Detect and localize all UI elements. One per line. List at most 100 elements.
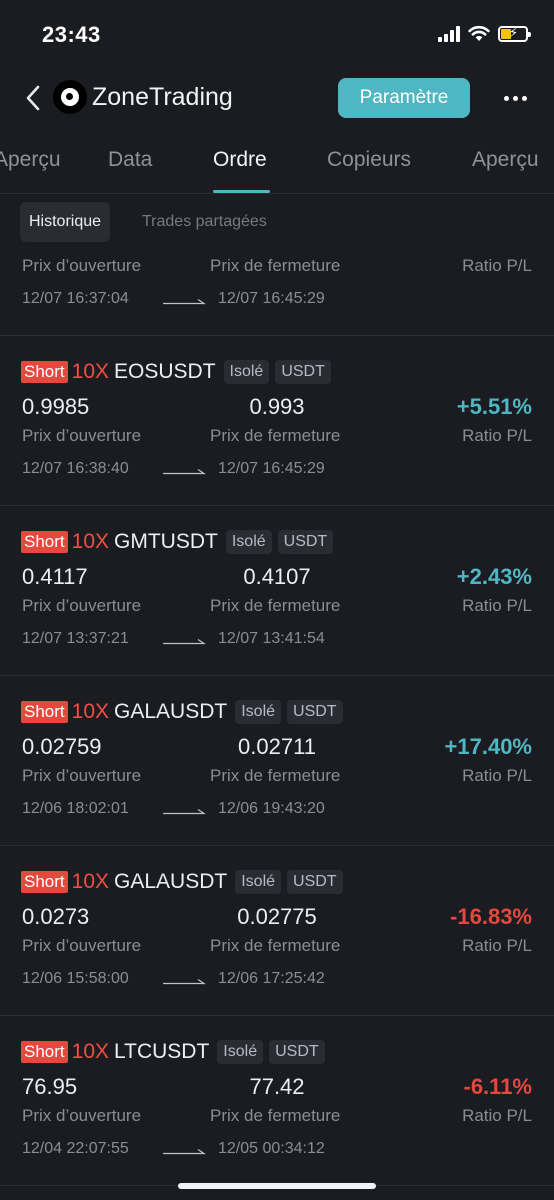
side-badge: Short [21, 1041, 68, 1063]
ratio-label: Ratio P/L [462, 936, 532, 955]
side-badge: Short [21, 361, 68, 383]
dot [512, 95, 518, 101]
quote-currency-chip: USDT [275, 360, 331, 384]
symbol: GALAUSDT [114, 870, 228, 893]
margin-mode-chip: Isolé [223, 360, 270, 384]
close-price: 0.02775 [237, 904, 317, 929]
arrow-right-icon [163, 299, 206, 305]
open-time: 12/07 16:37:04 [22, 290, 129, 307]
pl-ratio: +5.51% [456, 394, 532, 419]
open-price: 0.0273 [22, 904, 90, 929]
arrow-right-icon [163, 809, 206, 815]
dot [503, 95, 509, 101]
close-price-label: Prix de fermeture [210, 766, 341, 785]
close-time: 12/06 19:43:20 [218, 800, 325, 817]
open-price: 0.4117 [22, 564, 88, 589]
close-price: 77.42 [249, 1074, 305, 1099]
trade-card-partial[interactable]: Prix d’ouverture Prix de fermeture Ratio… [0, 246, 554, 336]
open-price-label: Prix d’ouverture [22, 1106, 142, 1125]
close-price-label: Prix de fermeture [210, 1106, 341, 1125]
main-tabs: Aperçu Data Ordre Copieurs Aperçu [0, 140, 554, 194]
trade-card-header: Short 10X GALAUSDT Isolé USDT [21, 700, 343, 724]
quote-currency-chip: USDT [287, 700, 343, 724]
symbol: GALAUSDT [114, 700, 228, 723]
subtab-trades-partagees[interactable]: Trades partagées [133, 202, 276, 242]
quote-currency-chip: USDT [287, 870, 343, 894]
pl-ratio: +2.43% [456, 564, 532, 589]
trade-card[interactable]: Short 10X GALAUSDT Isolé USDT 0.02759 0.… [0, 676, 554, 846]
close-time: 12/06 17:25:42 [218, 970, 325, 987]
avatar[interactable] [53, 80, 87, 114]
close-price-label: Prix de fermeture [210, 936, 341, 955]
margin-mode-chip: Isolé [217, 1040, 264, 1064]
trade-history-list: Prix d’ouverture Prix de fermeture Ratio… [0, 246, 554, 1200]
leverage: 10X [71, 700, 110, 723]
more-options-button[interactable] [500, 84, 530, 112]
trade-card[interactable]: Short 10X LTCUSDT Isolé USDT 76.95 77.42… [0, 1016, 554, 1186]
quote-currency-chip: USDT [277, 530, 334, 554]
close-price-label: Prix de fermeture [210, 596, 341, 615]
subtab-historique[interactable]: Historique [20, 202, 111, 242]
tab-ordre[interactable]: Ordre [213, 148, 267, 172]
arrow-right-icon [163, 469, 206, 475]
symbol: LTCUSDT [114, 1040, 210, 1063]
open-time: 12/07 13:37:21 [22, 630, 129, 647]
trade-card-header: Short 10X GALAUSDT Isolé USDT [21, 870, 343, 894]
trade-card[interactable]: Short 10X EOSUSDT Isolé USDT 0.9985 0.99… [0, 336, 554, 506]
ratio-label: Ratio P/L [462, 596, 532, 615]
tab-data[interactable]: Data [108, 148, 152, 172]
open-price-label: Prix d’ouverture [22, 766, 142, 785]
symbol: GMTUSDT [114, 530, 218, 553]
close-price: 0.4107 [243, 564, 311, 589]
status-icons: ⚡ [438, 25, 531, 42]
ratio-label: Ratio P/L [462, 766, 532, 785]
active-tab-indicator [213, 190, 270, 193]
margin-mode-chip: Isolé [235, 700, 282, 724]
close-time: 12/07 16:45:29 [218, 460, 325, 477]
battery-icon: ⚡ [498, 25, 531, 42]
parameter-button[interactable]: Paramètre [338, 78, 470, 118]
back-button[interactable] [20, 80, 50, 116]
trade-card-header: Short 10X LTCUSDT Isolé USDT [21, 1040, 325, 1064]
pl-ratio: -6.11% [463, 1074, 533, 1099]
margin-mode-chip: Isolé [225, 530, 272, 554]
trade-card-header: Short 10X GMTUSDT Isolé USDT [21, 530, 334, 554]
close-price-label: Prix de fermeture [210, 256, 341, 275]
close-price: 0.993 [249, 394, 305, 419]
status-bar: 23:43 ⚡ [0, 0, 554, 70]
cellular-signal-icon [438, 25, 460, 42]
close-price-label: Prix de fermeture [210, 426, 341, 445]
chevron-left-icon [26, 85, 40, 111]
open-price: 0.9985 [22, 394, 90, 419]
tab-apercu-left[interactable]: Aperçu [0, 148, 61, 172]
open-price-label: Prix d’ouverture [22, 596, 142, 615]
side-badge: Short [21, 871, 68, 893]
pl-ratio: +17.40% [444, 734, 532, 759]
trade-card[interactable]: Short 10X GALAUSDT Isolé USDT 0.0273 0.0… [0, 846, 554, 1016]
side-badge: Short [21, 701, 68, 723]
tab-apercu-right[interactable]: Aperçu [472, 148, 539, 172]
open-time: 12/06 15:58:00 [22, 970, 129, 987]
close-time: 12/07 13:41:54 [218, 630, 325, 647]
arrow-right-icon [163, 639, 206, 645]
open-time: 12/06 18:02:01 [22, 800, 129, 817]
pl-ratio: -16.83% [450, 904, 532, 929]
trade-card[interactable]: Short 10X GMTUSDT Isolé USDT 0.4117 0.41… [0, 506, 554, 676]
open-price-label: Prix d’ouverture [22, 936, 142, 955]
open-time: 12/07 16:38:40 [22, 460, 129, 477]
symbol: EOSUSDT [114, 360, 216, 383]
open-price: 76.95 [22, 1074, 78, 1099]
close-time: 12/07 16:45:29 [218, 290, 325, 307]
close-time: 12/05 00:34:12 [218, 1140, 325, 1157]
sub-tabs: Historique Trades partagées [0, 202, 554, 244]
side-badge: Short [21, 531, 68, 553]
open-time: 12/04 22:07:55 [22, 1140, 129, 1157]
home-indicator[interactable] [178, 1183, 376, 1189]
leverage: 10X [71, 530, 110, 553]
dot [521, 95, 527, 101]
quote-currency-chip: USDT [269, 1040, 325, 1064]
tab-copieurs[interactable]: Copieurs [327, 148, 411, 172]
ratio-label: Ratio P/L [462, 1106, 532, 1125]
status-time: 23:43 [42, 22, 101, 47]
open-price-label: Prix d’ouverture [22, 426, 142, 445]
